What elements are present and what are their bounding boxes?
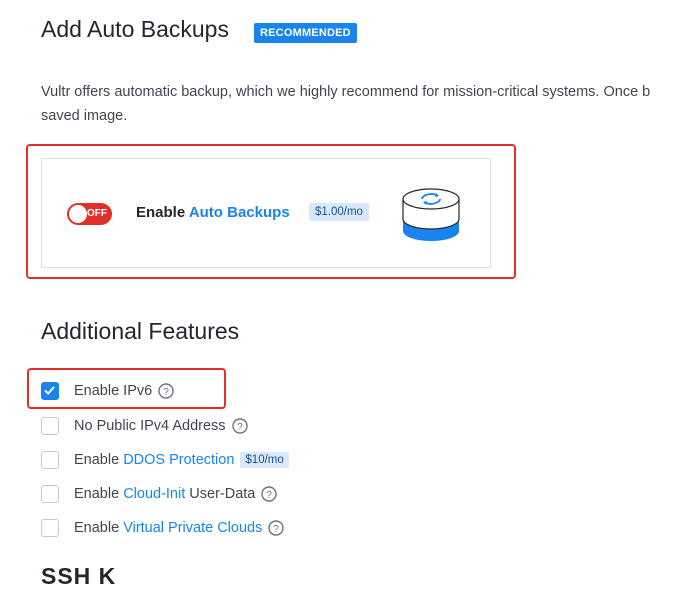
recommended-badge: RECOMMENDED	[254, 23, 357, 43]
option-vpc[interactable]: Enable Virtual Private Clouds ?	[41, 518, 285, 538]
option-cloud-init[interactable]: Enable Cloud-Init User-Data ?	[41, 484, 278, 504]
vpc-label: Enable Virtual Private Clouds	[74, 520, 263, 536]
svg-text:?: ?	[237, 422, 243, 433]
no-ipv4-label: No Public IPv4 Address	[74, 418, 226, 434]
svg-text:?: ?	[274, 524, 280, 535]
auto-backups-highlight	[26, 144, 516, 279]
help-icon[interactable]: ?	[261, 486, 278, 502]
vpc-link[interactable]: Virtual Private Clouds	[123, 520, 262, 536]
option-ddos-protection[interactable]: Enable DDOS Protection $10/mo	[41, 450, 289, 470]
ddos-price-tag: $10/mo	[240, 452, 289, 468]
no-ipv4-checkbox[interactable]	[41, 417, 59, 435]
additional-features-title: Additional Features	[41, 318, 240, 344]
cloud-init-checkbox[interactable]	[41, 485, 59, 503]
svg-text:?: ?	[267, 490, 273, 501]
cloud-init-link[interactable]: Cloud-Init	[123, 486, 185, 502]
help-icon[interactable]: ?	[231, 418, 248, 434]
ddos-label: Enable DDOS Protection	[74, 452, 235, 468]
backups-description-line1: Vultr offers automatic backup, which we …	[41, 84, 651, 100]
ddos-checkbox[interactable]	[41, 451, 59, 469]
auto-backups-title: Add Auto Backups	[41, 16, 229, 42]
backups-description-line2: saved image.	[41, 108, 128, 124]
ddos-link[interactable]: DDOS Protection	[123, 452, 234, 468]
cloud-init-label: Enable Cloud-Init User-Data	[74, 486, 256, 502]
ipv6-highlight	[27, 368, 226, 409]
backups-description: Vultr offers automatic backup, which we …	[41, 80, 673, 128]
help-icon[interactable]: ?	[268, 520, 285, 536]
vpc-checkbox[interactable]	[41, 519, 59, 537]
option-no-public-ipv4[interactable]: No Public IPv4 Address ?	[41, 416, 248, 436]
next-section-heading: SSH K	[41, 563, 117, 589]
